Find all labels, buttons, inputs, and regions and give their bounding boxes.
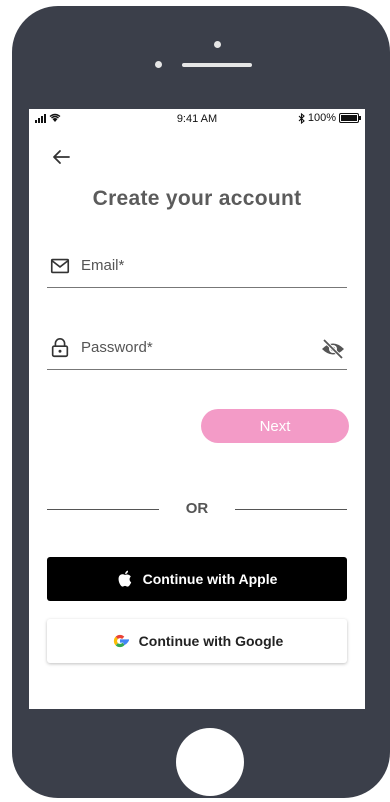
continue-with-google-button[interactable]: Continue with Google <box>47 619 347 663</box>
bluetooth-icon <box>298 112 305 124</box>
next-button[interactable]: Next <box>201 409 349 443</box>
battery-icon <box>339 113 361 123</box>
earpiece-speaker <box>182 63 252 67</box>
email-field[interactable]: Email* <box>47 247 347 288</box>
password-label: Password* <box>81 339 153 356</box>
google-icon <box>113 634 129 648</box>
eye-off-icon[interactable] <box>321 339 345 359</box>
back-arrow-icon[interactable] <box>49 145 73 169</box>
google-button-label: Continue with Google <box>138 633 284 649</box>
battery-percent: 100% <box>307 112 336 124</box>
mail-icon <box>50 258 70 274</box>
status-right: 100% <box>298 112 361 124</box>
apple-button-label: Continue with Apple <box>142 571 278 587</box>
sensor-dot <box>155 61 162 68</box>
continue-with-apple-button[interactable]: Continue with Apple <box>47 557 347 601</box>
front-camera <box>214 41 221 48</box>
email-label: Email* <box>81 257 125 274</box>
status-bar: 9:41 AM 100% <box>29 109 365 129</box>
lock-icon <box>51 338 69 358</box>
page-title: Create your account <box>92 187 302 210</box>
app-screen: 9:41 AM 100% Create your account Email* … <box>29 109 365 709</box>
or-divider: OR <box>47 499 347 519</box>
password-field[interactable]: Password* <box>47 329 347 370</box>
home-button[interactable] <box>176 728 244 796</box>
apple-icon <box>118 570 131 587</box>
divider-line-right <box>235 509 347 510</box>
